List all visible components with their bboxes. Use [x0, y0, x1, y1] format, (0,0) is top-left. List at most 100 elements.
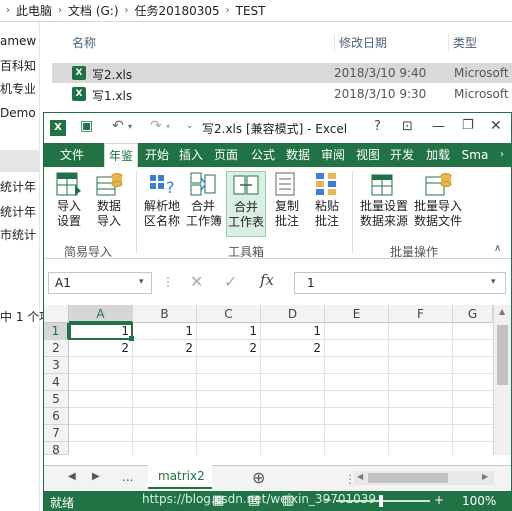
column-header-e[interactable]: E — [325, 305, 389, 323]
chevron-down-icon[interactable]: ▾ — [166, 122, 170, 131]
row-header[interactable]: 5 — [44, 391, 69, 408]
save-icon[interactable]: ▣ — [80, 118, 93, 134]
cell-c1[interactable]: 1 — [197, 323, 261, 340]
worksheet-grid[interactable]: A B C D E F G 1 2 3 4 5 6 7 8 1 1 1 1 2 … — [44, 305, 511, 455]
fill-handle[interactable] — [129, 336, 134, 341]
nav-item-selected[interactable] — [0, 150, 40, 172]
tab-insert[interactable]: 插入 — [175, 143, 207, 167]
scroll-up-icon[interactable]: ▲ — [499, 307, 505, 316]
column-name[interactable]: 名称 — [72, 34, 96, 51]
cell-d2[interactable]: 2 — [261, 340, 325, 357]
breadcrumb-drive[interactable]: 文档 (G:) — [68, 2, 119, 19]
zoom-slider-thumb[interactable] — [379, 495, 383, 507]
tab-developer[interactable]: 开发 — [386, 143, 418, 167]
nav-item[interactable]: 市统计 — [0, 226, 36, 243]
cell-a2[interactable]: 2 — [69, 340, 133, 357]
column-header-a[interactable]: A — [69, 305, 133, 323]
merge-worksheet-button[interactable]: 合并 工作表 — [226, 171, 266, 237]
page-break-icon[interactable]: ▥ — [282, 493, 294, 508]
tab-yearbook[interactable]: 年鉴 — [104, 143, 138, 167]
row-header[interactable]: 3 — [44, 357, 69, 374]
nav-item[interactable]: Demo — [0, 106, 36, 120]
merge-workbook-button[interactable]: 合并 工作簿 — [186, 171, 222, 229]
data-import-button[interactable]: 数据 导入 — [92, 171, 126, 229]
sheet-tab-matrix2[interactable]: matrix2 — [148, 465, 212, 489]
ribbon-display-icon[interactable]: ⊡ — [402, 119, 413, 134]
formula-input[interactable]: 1 ▾ — [294, 272, 506, 294]
import-settings-button[interactable]: 导入 设置 — [52, 171, 86, 229]
nav-item[interactable]: 统计年 — [0, 178, 36, 195]
nav-item[interactable]: amew — [0, 34, 36, 48]
zoom-out-icon[interactable]: − — [322, 493, 332, 507]
restore-button[interactable]: ❐ — [462, 118, 474, 133]
tab-view[interactable]: 视图 — [352, 143, 384, 167]
scroll-right-icon[interactable]: ▶ — [482, 472, 488, 481]
more-sheets-button[interactable]: ... — [122, 470, 133, 484]
tab-formulas[interactable]: 公式 — [247, 143, 279, 167]
scroll-thumb[interactable] — [497, 325, 508, 385]
chevron-down-icon[interactable]: ▾ — [128, 122, 132, 131]
tab-file[interactable]: 文件 — [44, 143, 100, 167]
chevron-right-icon[interactable]: › — [495, 143, 509, 167]
zoom-level[interactable]: 100% — [462, 494, 496, 508]
add-sheet-icon[interactable]: ⊕ — [252, 468, 265, 487]
minimize-button[interactable]: — — [432, 119, 445, 134]
column-header-b[interactable]: B — [133, 305, 197, 323]
zoom-in-icon[interactable]: + — [434, 493, 444, 507]
column-header-d[interactable]: D — [261, 305, 325, 323]
tab-data[interactable]: 数据 — [282, 143, 314, 167]
tab-smart[interactable]: Sma — [457, 143, 493, 167]
paste-comments-button[interactable]: 粘贴 批注 — [310, 171, 344, 229]
row-header[interactable]: 2 — [44, 340, 69, 357]
file-row[interactable]: X 写2.xls 2018/3/10 9:40 Microsoft — [52, 63, 512, 83]
vertical-scrollbar[interactable]: ▲ — [493, 305, 511, 455]
page-layout-icon[interactable]: ▤ — [248, 493, 260, 508]
row-header[interactable]: 8 — [44, 442, 69, 455]
prev-sheet-icon[interactable]: ◀ — [68, 471, 76, 482]
address-bar[interactable]: › 此电脑 › 文档 (G:) › 任务20180305 › TEST — [0, 0, 512, 22]
row-header[interactable]: 6 — [44, 408, 69, 425]
row-header[interactable]: 1 — [44, 323, 69, 340]
normal-view-icon[interactable]: ▦ — [212, 493, 224, 508]
column-header-g[interactable]: G — [453, 305, 493, 323]
parse-region-button[interactable]: ? 解析地 区名称 — [142, 171, 182, 229]
customize-toolbar-icon[interactable]: ⌄ — [186, 121, 194, 131]
breadcrumb-test[interactable]: TEST — [236, 4, 266, 18]
next-sheet-icon[interactable]: ▶ — [92, 471, 100, 482]
copy-comments-button[interactable]: 复制 批注 — [270, 171, 304, 229]
cell-b2[interactable]: 2 — [133, 340, 197, 357]
expand-formula-icon[interactable]: ▾ — [491, 277, 496, 287]
breadcrumb-this-pc[interactable]: 此电脑 — [16, 2, 52, 19]
help-button[interactable]: ? — [374, 119, 381, 134]
select-all-corner[interactable] — [44, 305, 69, 323]
row-header[interactable]: 7 — [44, 425, 69, 442]
collapse-ribbon-icon[interactable]: ∧ — [494, 243, 501, 254]
tab-page[interactable]: 页面 — [210, 143, 242, 167]
column-date[interactable]: 修改日期 — [334, 34, 387, 51]
column-header-f[interactable]: F — [389, 305, 453, 323]
chevron-down-icon[interactable]: ▾ — [139, 277, 144, 287]
redo-icon[interactable]: ↷ — [150, 118, 162, 134]
cancel-icon[interactable]: ✕ — [190, 272, 203, 291]
tab-home[interactable]: 开始 — [141, 143, 173, 167]
cell-b1[interactable]: 1 — [133, 323, 197, 340]
file-row[interactable]: X 写1.xls 2018/3/10 9:30 Microsoft — [52, 84, 512, 104]
nav-item[interactable]: 百科知 — [0, 57, 36, 74]
zoom-slider[interactable] — [336, 500, 430, 502]
tab-addins[interactable]: 加载 — [422, 143, 454, 167]
name-box[interactable]: A1 ▾ — [48, 272, 152, 294]
row-header[interactable]: 4 — [44, 374, 69, 391]
scroll-left-icon[interactable]: ◀ — [357, 472, 363, 481]
enter-icon[interactable]: ✓ — [224, 272, 237, 291]
tab-review[interactable]: 审阅 — [317, 143, 349, 167]
cell-a1[interactable]: 1 — [69, 323, 133, 340]
batch-set-source-button[interactable]: 批量设置 数据来源 — [358, 171, 410, 229]
column-header-c[interactable]: C — [197, 305, 261, 323]
scroll-thumb[interactable] — [368, 473, 448, 483]
nav-item[interactable]: 机专业 — [0, 80, 36, 97]
cell-c2[interactable]: 2 — [197, 340, 261, 357]
insert-function-icon[interactable]: fx — [260, 271, 274, 289]
close-button[interactable]: ✕ — [490, 118, 502, 134]
column-type[interactable]: 类型 — [448, 34, 477, 51]
breadcrumb-folder[interactable]: 任务20180305 — [135, 2, 220, 19]
